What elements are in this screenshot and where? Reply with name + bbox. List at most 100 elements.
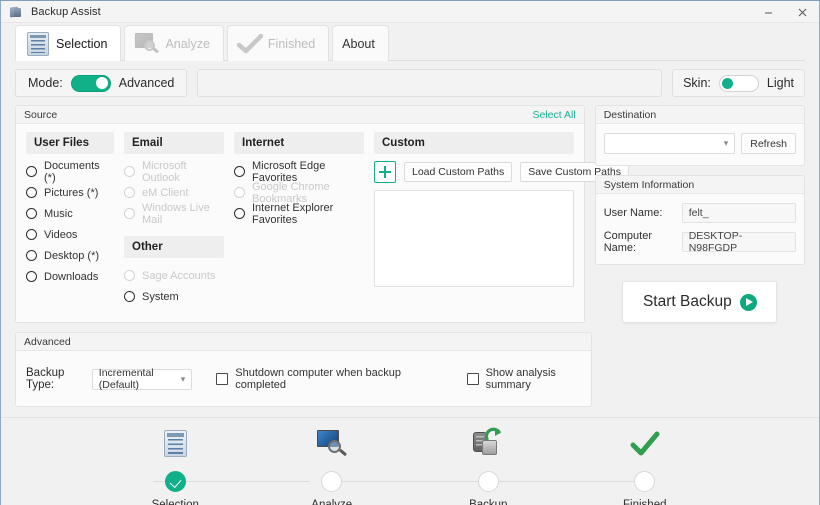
step-finished[interactable]: Finished <box>567 428 724 505</box>
refresh-button[interactable]: Refresh <box>741 133 796 154</box>
check-icon <box>622 428 668 468</box>
backup-type-select[interactable]: Incremental (Default) ▾ <box>91 367 193 391</box>
toolbar-spacer <box>197 69 663 97</box>
option-desktop[interactable]: Desktop (*) <box>26 245 114 266</box>
option-label: Music <box>44 207 73 220</box>
select-all-link[interactable]: Select All <box>533 109 576 121</box>
source-panel: Source Select All User Files Documents (… <box>15 105 630 323</box>
option-label: Downloads <box>44 270 99 283</box>
option-pictures[interactable]: Pictures (*) <box>26 182 114 203</box>
option-system[interactable]: System <box>124 286 224 307</box>
window-controls <box>751 1 819 23</box>
radio-icon[interactable] <box>26 166 37 177</box>
radio-icon[interactable] <box>124 291 135 302</box>
checkbox-icon[interactable] <box>466 373 479 385</box>
step-indicator-pending <box>477 471 499 492</box>
tab-analyze[interactable]: Analyze <box>124 25 224 61</box>
user-name-row: User Name: felt_ <box>604 203 796 223</box>
step-backup[interactable]: Backup <box>410 427 567 505</box>
backup-icon <box>465 427 511 468</box>
user-name-label: User Name: <box>603 207 663 219</box>
option-label: Videos <box>44 228 78 241</box>
close-icon[interactable] <box>785 1 819 23</box>
custom-toolbar: Load Custom Paths Save Custom Paths <box>374 161 630 183</box>
option-label: System <box>142 290 179 303</box>
advanced-panel-header: Advanced <box>16 333 591 351</box>
radio-icon[interactable] <box>26 187 37 198</box>
option-videos[interactable]: Videos <box>26 224 114 245</box>
radio-icon <box>234 187 245 198</box>
option-sage-accounts: Sage Accounts <box>124 265 224 286</box>
column-internet: Internet Microsoft Edge Favorites Google… <box>234 132 364 307</box>
tab-about-label: About <box>342 36 375 51</box>
minimize-icon[interactable] <box>751 1 785 23</box>
panels-row: Source Select All User Files Documents (… <box>15 105 805 323</box>
list-icon <box>152 428 198 468</box>
start-backup-button[interactable]: Start Backup <box>622 281 778 323</box>
column-header-custom: Custom <box>374 132 574 154</box>
skin-value: Light <box>766 76 794 90</box>
option-microsoft-outlook: Microsoft Outlook <box>124 160 224 184</box>
shutdown-label: Shutdown computer when backup completed <box>235 367 401 391</box>
tab-selection[interactable]: Selection <box>15 25 122 61</box>
custom-paths-list[interactable] <box>374 190 574 287</box>
checkbox-icon[interactable] <box>216 373 229 385</box>
check-icon <box>236 32 263 56</box>
radio-icon[interactable] <box>26 271 37 282</box>
option-label: Internet Explorer Favorites <box>252 201 334 226</box>
option-em-client: eM Client <box>124 182 224 203</box>
stepper-steps: Selection Analyze Backup Finished <box>1 427 819 505</box>
option-documents[interactable]: Documents (*) <box>26 159 114 184</box>
radio-icon[interactable] <box>26 229 37 240</box>
chevron-down-icon: ▾ <box>180 373 186 384</box>
tab-finished-label: Finished <box>267 36 316 51</box>
option-label: Windows Live Mail <box>142 201 210 226</box>
step-finished-label: Finished <box>623 499 667 505</box>
show-summary-checkbox-row[interactable]: Show analysis summary <box>466 367 581 391</box>
destination-title: Destination <box>603 108 657 121</box>
skin-toggle[interactable] <box>718 74 759 92</box>
user-name-value: felt_ <box>681 203 796 223</box>
option-label: Pictures (*) <box>44 186 99 199</box>
option-music[interactable]: Music <box>26 203 114 224</box>
step-selection-label: Selection <box>151 499 199 505</box>
mode-label: Mode: <box>28 76 63 90</box>
option-windows-live-mail: Windows Live Mail <box>124 201 224 226</box>
step-indicator-done <box>164 471 186 492</box>
system-information-title: System Information <box>603 178 695 191</box>
option-downloads[interactable]: Downloads <box>26 266 114 287</box>
option-label: Sage Accounts <box>142 269 216 282</box>
mode-toggle[interactable] <box>70 74 111 92</box>
start-backup-label: Start Backup <box>642 293 732 310</box>
app-icon <box>9 5 23 19</box>
destination-select[interactable]: ▾ <box>603 133 736 154</box>
radio-icon[interactable] <box>26 208 37 219</box>
option-label: eM Client <box>142 186 189 199</box>
radio-icon <box>124 166 135 177</box>
source-columns: User Files Documents (*) Pictures (*) Mu… <box>16 124 630 319</box>
radio-icon[interactable] <box>234 166 245 177</box>
option-ie-favorites[interactable]: Internet Explorer Favorites <box>234 201 364 226</box>
radio-icon[interactable] <box>26 250 37 261</box>
step-backup-label: Backup <box>469 499 508 505</box>
step-analyze[interactable]: Analyze <box>254 428 411 505</box>
advanced-panel: Advanced Backup Type: Incremental (Defau… <box>15 332 592 407</box>
tab-about[interactable]: About <box>332 25 389 61</box>
step-selection[interactable]: Selection <box>97 428 254 505</box>
tab-finished[interactable]: Finished <box>226 25 330 61</box>
option-label: Documents (*) <box>44 159 100 184</box>
add-custom-path-button[interactable] <box>374 161 396 183</box>
skin-label: Skin: <box>683 76 711 90</box>
stepper-connector <box>497 481 653 482</box>
start-backup-wrapper: Start Backup <box>595 281 805 323</box>
radio-icon[interactable] <box>234 208 245 219</box>
option-chrome-bookmarks: Google Chrome Bookmarks <box>234 181 364 205</box>
play-icon <box>739 293 757 311</box>
computer-name-value: DESKTOP-N98FGDP <box>681 230 796 254</box>
column-email: Email Microsoft Outlook eM Client Window… <box>124 132 224 307</box>
step-indicator-pending <box>321 471 343 492</box>
advanced-title: Advanced <box>24 335 71 348</box>
load-custom-paths-button[interactable]: Load Custom Paths <box>404 162 513 182</box>
shutdown-checkbox-row[interactable]: Shutdown computer when backup completed <box>216 367 414 391</box>
option-edge-favorites[interactable]: Microsoft Edge Favorites <box>234 160 364 184</box>
